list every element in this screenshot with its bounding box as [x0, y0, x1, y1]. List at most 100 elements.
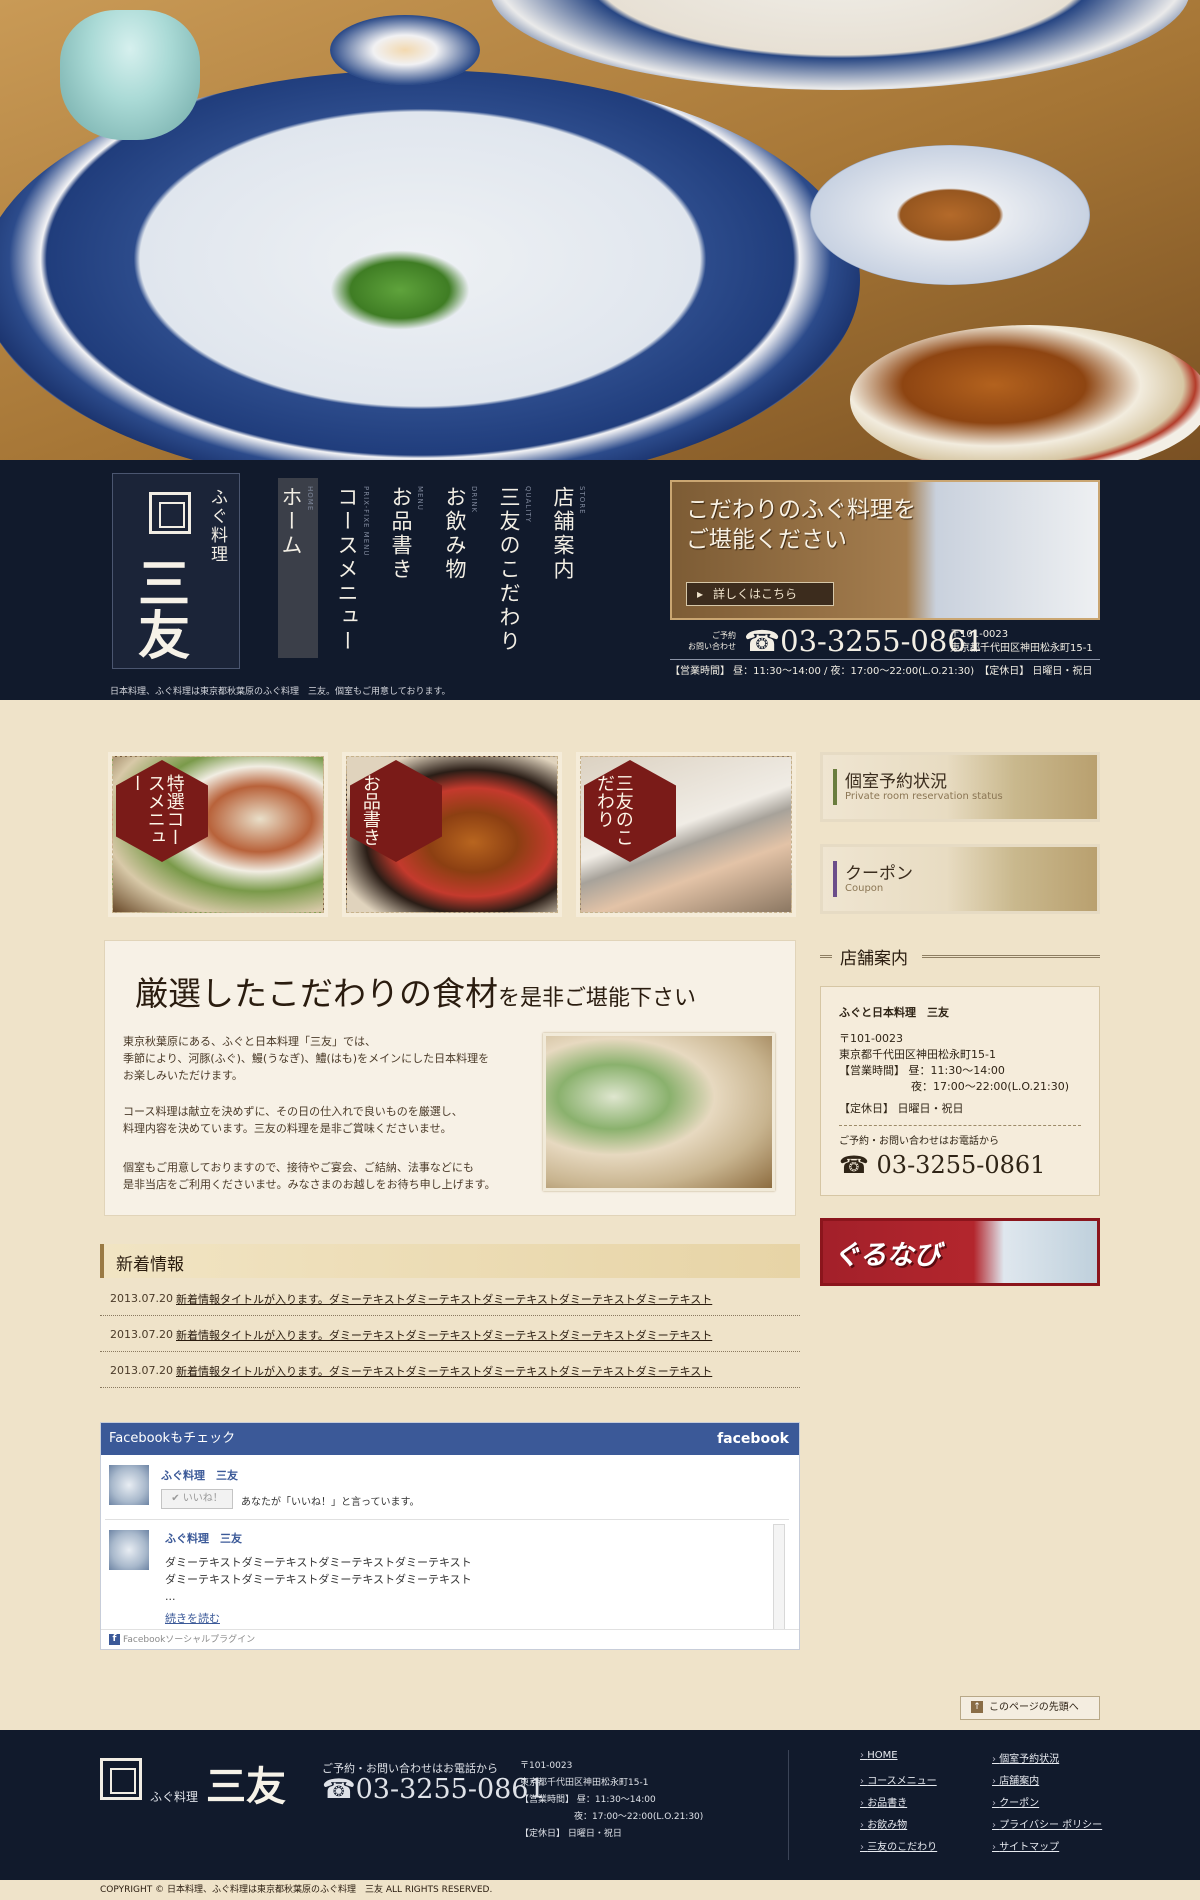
- nav-item-drink[interactable]: お飲み物 DRINK: [438, 478, 482, 658]
- nav-en-label: STORE: [578, 486, 586, 515]
- news-date: 2013.07.20: [110, 1292, 173, 1305]
- gurunavi-banner[interactable]: ぐるなび: [820, 1218, 1100, 1286]
- hero-banner[interactable]: こだわりのふぐ料理を ご堪能ください 詳しくはこちら: [670, 480, 1100, 620]
- back-to-top-button[interactable]: このページの先頭へ: [960, 1696, 1100, 1720]
- shop-divider: [839, 1125, 1081, 1126]
- intro-line: 季節により、河豚(ふぐ)、鰻(うなぎ)、鱧(はも)をメインにした日本料理を: [123, 1052, 490, 1065]
- news-title-link[interactable]: 新着情報タイトルが入ります。ダミーテキストダミーテキストダミーテキストダミーテキ…: [176, 1363, 712, 1379]
- header-address: 〒101-0023 東京都千代田区神田松永町15-1: [950, 628, 1093, 656]
- nav-label: お飲み物: [443, 486, 467, 582]
- nav-label: お品書き: [389, 486, 413, 582]
- news-heading: 新着情報: [100, 1244, 800, 1278]
- intro-section: 厳選したこだわりの食材を是非ご堪能下さい 東京秋葉原にある、ふぐと日本料理「三友…: [104, 940, 796, 1216]
- shop-info-box: ふぐと日本料理 三友 〒101-0023 東京都千代田区神田松永町15-1 【営…: [820, 986, 1100, 1196]
- header-address-line: 東京都千代田区神田松永町15-1: [950, 643, 1093, 654]
- footer-link-drink[interactable]: お飲み物: [860, 1816, 907, 1831]
- facebook-scrollbar[interactable]: [773, 1524, 785, 1630]
- facebook-post-author[interactable]: ふぐ料理 三友: [165, 1530, 242, 1546]
- facebook-widget: Facebookもチェック facebook ふぐ料理 三友 ✔ いいね！ あなた…: [100, 1422, 800, 1650]
- tile-menu[interactable]: お品書き: [342, 752, 562, 917]
- nav-en-label: DRINK: [470, 486, 478, 514]
- site-footer: ふぐ料理 三友 ご予約・お問い合わせはお電話から ☎03-3255-0861 〒…: [0, 1730, 1200, 1880]
- footer-link-private-room[interactable]: 個室予約状況: [992, 1750, 1059, 1765]
- footer-address: 〒101-0023 東京都千代田区神田松永町15-1 【営業時間】 昼：11:3…: [520, 1761, 704, 1839]
- hero-teacup: [60, 10, 200, 140]
- read-more-link[interactable]: 続きを読む: [165, 1610, 220, 1626]
- footer-link-course-menu[interactable]: コースメニュー: [860, 1772, 937, 1787]
- intro-heading-sub: を是非ご堪能下さい: [498, 986, 697, 1011]
- shop-hours-day: 【営業時間】 昼：11:30～14:00: [839, 1063, 1081, 1079]
- tel-label-line1: ご予約: [712, 631, 736, 640]
- side-button-subtitle: Coupon: [845, 883, 884, 894]
- nav-en-label: HOME: [306, 486, 314, 512]
- hero-banner-line1: こだわりのふぐ料理を: [686, 497, 916, 523]
- shop-name: ふぐと日本料理 三友: [839, 1006, 949, 1019]
- footer-phone[interactable]: ☎03-3255-0861: [322, 1774, 546, 1805]
- logo-name: 三友: [128, 556, 190, 660]
- facebook-avatar[interactable]: [109, 1465, 149, 1505]
- news-title-link[interactable]: 新着情報タイトルが入ります。ダミーテキストダミーテキストダミーテキストダミーテキ…: [176, 1327, 712, 1343]
- nav-item-home[interactable]: ホーム HOME: [278, 478, 318, 658]
- facebook-like-status: あなたが「いいね！」と言っています。: [241, 1497, 420, 1508]
- details-button[interactable]: 詳しくはこちら: [686, 582, 834, 606]
- shop-phone[interactable]: ☎ 03-3255-0861: [839, 1150, 1081, 1180]
- intro-line: 是非当店をご利用くださいませ。みなさまのお越しをお待ち申し上げます。: [123, 1178, 496, 1191]
- footer-logo-subtitle: ふぐ料理: [150, 1790, 199, 1804]
- facebook-plugin-footer[interactable]: Facebookソーシャルプラグイン: [101, 1629, 799, 1649]
- news-item: 2013.07.20 新着情報タイトルが入ります。ダミーテキストダミーテキストダ…: [100, 1316, 800, 1352]
- tile-quality[interactable]: 三友のこだわり: [576, 752, 796, 917]
- header-phone-number[interactable]: ☎03-3255-0861: [744, 624, 984, 658]
- facebook-page-name[interactable]: ふぐ料理 三友: [161, 1467, 238, 1483]
- tel-label: ご予約 お問い合わせ: [670, 630, 736, 652]
- footer-logo-name[interactable]: 三友: [206, 1754, 286, 1812]
- site-tagline: 日本料理、ふぐ料理は東京都秋葉原のふぐ料理 三友。個室もご用意しております。: [110, 687, 451, 697]
- tile-course-menu[interactable]: 特選コースメニュー: [108, 752, 328, 917]
- footer-link-sitemap[interactable]: サイトマップ: [992, 1838, 1059, 1853]
- private-room-button[interactable]: 個室予約状況 Private room reservation status: [820, 752, 1100, 822]
- facebook-header-text: Facebookもチェック: [109, 1431, 236, 1446]
- hero-banner-text: こだわりのふぐ料理を ご堪能ください: [686, 496, 916, 556]
- nav-item-quality[interactable]: 三友のこだわり QUALITY: [492, 478, 536, 658]
- nav-label: 店舗案内: [551, 486, 575, 582]
- coupon-button[interactable]: クーポン Coupon: [820, 844, 1100, 914]
- facebook-post-line: ダミーテキストダミーテキストダミーテキストダミーテキスト: [165, 1573, 472, 1586]
- footer-divider: [788, 1750, 789, 1860]
- intro-paragraph-1: 東京秋葉原にある、ふぐと日本料理「三友」では、 季節により、河豚(ふぐ)、鰻(う…: [123, 1033, 503, 1084]
- footer-link-coupon[interactable]: クーポン: [992, 1794, 1039, 1809]
- footer-link-menu[interactable]: お品書き: [860, 1794, 907, 1809]
- side-button-title: 個室予約状況: [845, 772, 947, 792]
- news-title-link[interactable]: 新着情報タイトルが入ります。ダミーテキストダミーテキストダミーテキストダミーテキ…: [176, 1291, 712, 1307]
- shop-hours-day-value: 昼：11:30～14:00: [908, 1064, 1005, 1077]
- shop-hours-label: 【営業時間】: [839, 1064, 905, 1077]
- footer-link-privacy[interactable]: プライバシー ポリシー: [992, 1816, 1102, 1831]
- copyright: COPYRIGHT © 日本料理、ふぐ料理は東京都秋葉原のふぐ料理 三友 ALL…: [0, 1880, 1200, 1900]
- shop-hours-night: 夜：17:00～22:00(L.O.21:30): [911, 1080, 1070, 1093]
- footer-logo-mark-icon[interactable]: [100, 1758, 142, 1800]
- intro-photo: [543, 1033, 775, 1191]
- tel-label-line2: お問い合わせ: [688, 642, 736, 651]
- gurunavi-logo: ぐるなび: [833, 1240, 941, 1271]
- footer-link-quality[interactable]: 三友のこだわり: [860, 1838, 937, 1853]
- intro-paragraph-2: コース料理は献立を決めずに、その日の仕入れで良いものを厳選し、 料理内容を決めて…: [123, 1103, 503, 1137]
- site-logo[interactable]: ふぐ料理 三友: [112, 473, 240, 669]
- hero-small-bowl: [330, 15, 480, 85]
- nav-item-store[interactable]: 店舗案内 STORE: [546, 478, 590, 658]
- footer-link-home[interactable]: HOME: [860, 1750, 897, 1761]
- footer-link-store[interactable]: 店舗案内: [992, 1772, 1039, 1787]
- intro-line: コース料理は献立を決めずに、その日の仕入れで良いものを厳選し、: [123, 1105, 463, 1118]
- intro-line: 東京秋葉原にある、ふぐと日本料理「三友」では、: [123, 1035, 376, 1048]
- facebook-like-button[interactable]: ✔ いいね！: [161, 1489, 233, 1509]
- header-zip: 〒101-0023: [950, 629, 1009, 640]
- news-date: 2013.07.20: [110, 1364, 173, 1377]
- nav-item-course-menu[interactable]: コースメニュー PRIX-FIXE MENU: [330, 478, 374, 658]
- news-date: 2013.07.20: [110, 1328, 173, 1341]
- shop-tel-label: ご予約・お問い合わせはお電話から: [839, 1136, 999, 1147]
- accent-bar: [833, 769, 837, 805]
- news-item: 2013.07.20 新着情報タイトルが入ります。ダミーテキストダミーテキストダ…: [100, 1280, 800, 1316]
- intro-line: お楽しみいただけます。: [123, 1069, 243, 1082]
- news-item: 2013.07.20 新着情報タイトルが入ります。ダミーテキストダミーテキストダ…: [100, 1352, 800, 1388]
- nav-en-label: PRIX-FIXE MENU: [362, 486, 370, 557]
- side-button-title: クーポン: [845, 864, 913, 884]
- nav-label: ホーム: [279, 486, 303, 558]
- nav-item-menu[interactable]: お品書き MENU: [384, 478, 428, 658]
